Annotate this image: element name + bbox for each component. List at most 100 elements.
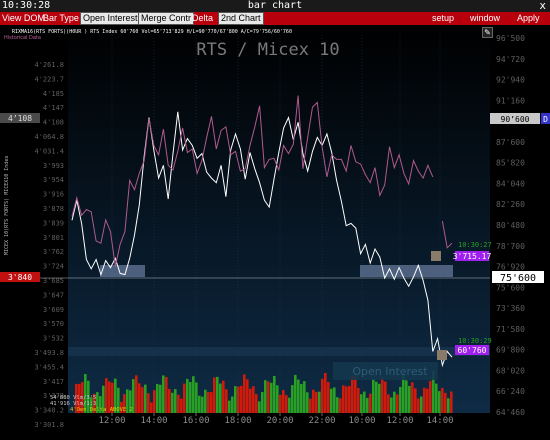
volume-bar [135,375,138,413]
volume-bar [357,387,360,413]
right-tick-label: 87'600 [496,138,525,147]
toolbar: View DOM Bar Type Open Interest Merge Co… [0,12,550,25]
window-title: bar chart [247,0,303,11]
open-interest-label: Open Interest [352,365,428,378]
volume-bar [180,398,183,413]
volume-bar [144,384,147,413]
x-tick-label: 12:00 [386,416,413,426]
left-tick-label: 4'108 [43,119,64,127]
volume-bar [333,387,336,413]
volume-bar [282,389,285,413]
left-tick-label: 3'647 [43,291,64,299]
volume-bar [270,382,273,413]
volume-bar [279,394,282,413]
volume-bar [405,380,408,413]
right-tick-label: 84'040 [496,179,525,188]
left-tick-label: 3'954 [43,176,64,184]
volume-bar [336,397,339,413]
volume-bar [318,391,321,413]
micex-marker: 3'715.17 [453,252,492,261]
volume-bar [204,389,207,413]
volume-bar [321,378,324,413]
volume-bar [312,389,315,413]
support-box [100,265,145,277]
x-tick-label: 14:00 [426,416,453,426]
pencil-icon[interactable]: ✎ [482,27,493,38]
merge-contr-button[interactable]: Merge Contr [138,12,195,25]
volume-bar [435,383,438,413]
volume-bar [438,391,441,413]
volume-bar [216,376,219,413]
volume-bar [381,377,384,413]
volume-bar [393,391,396,413]
volume-bar [297,379,300,413]
right-tick-label: 92'940 [496,76,525,85]
time-stamp-2: 10:30:29 [458,337,492,345]
volume-bar [261,391,264,413]
left-tick-label: 3'993 [43,162,64,170]
volume-bar [324,372,327,413]
title-bar: 10:30:28 bar chart x [0,0,550,12]
d-marker: D [543,115,548,124]
volume-bar [426,388,429,413]
bar-type-button[interactable]: Bar Type [43,12,79,25]
volume-bar [198,395,201,413]
volume-bar [252,386,255,413]
volume-bar [243,374,246,413]
window-button[interactable]: window [470,12,500,25]
volume-bar [384,381,387,413]
volume-stat-label: 4'Oen Delta ABOVE 2 [70,407,133,413]
right-tick-label: 76'920 [496,263,525,272]
volume-bar [354,375,357,413]
chart-title: RTS / Micex 10 [196,40,339,60]
highlight-price: 75'600 [500,273,536,284]
left-tick-label: 3'762 [43,248,64,256]
left-tick-label: 4'261.8 [34,61,64,69]
second-chart-button[interactable]: 2nd Chart [218,12,264,25]
right-tick-label: 73'360 [496,304,525,313]
left-tick-label: 4'185 [43,90,64,98]
view-dom-button[interactable]: View DOM [2,12,45,25]
volume-bar [315,391,318,413]
volume-bar [444,392,447,413]
left-tick-label: 3'878 [43,205,64,213]
close-icon[interactable]: x [539,0,546,12]
volume-bar [264,380,267,413]
volume-bar [165,376,168,413]
volume-bar [327,382,330,413]
volume-bar [414,388,417,413]
right-tick-label: 80'480 [496,221,525,230]
volume-bar [396,394,399,413]
x-tick-label: 10:00 [348,416,375,426]
volume-bar [309,398,312,413]
right-tick-label: 64'460 [496,408,525,417]
volume-bar [189,382,192,413]
volume-bar [387,394,390,413]
volume-bar [291,385,294,413]
volume-bar [210,392,213,413]
volume-bar [411,382,414,413]
left-tick-label: 3'417 [43,378,64,386]
current-price-marker: 60'760 [458,346,487,355]
volume-bar [159,384,162,413]
volume-bar [222,380,225,413]
x-tick-label: 14:00 [140,416,167,426]
volume-bar [423,387,426,413]
volume-bar [363,391,366,413]
x-tick-label: 12:00 [98,416,125,426]
volume-bar [447,398,450,413]
lower-band [68,347,490,356]
volume-bar [378,383,381,413]
rts-micex-chart[interactable]: 96'50094'72092'94091'16090'60087'60085'8… [0,25,550,440]
volume-bar [153,390,156,413]
volume-bar [249,388,252,413]
apply-button[interactable]: Apply [517,12,540,25]
setup-button[interactable]: setup [432,12,454,25]
right-tick-label: 91'160 [496,96,525,105]
delta-button[interactable]: Delta [192,12,213,25]
volume-bar [339,398,342,413]
volume-bar [225,389,228,413]
volume-bar [240,385,243,413]
open-interest-button[interactable]: Open Interest [80,12,141,25]
volume-bar [342,385,345,413]
